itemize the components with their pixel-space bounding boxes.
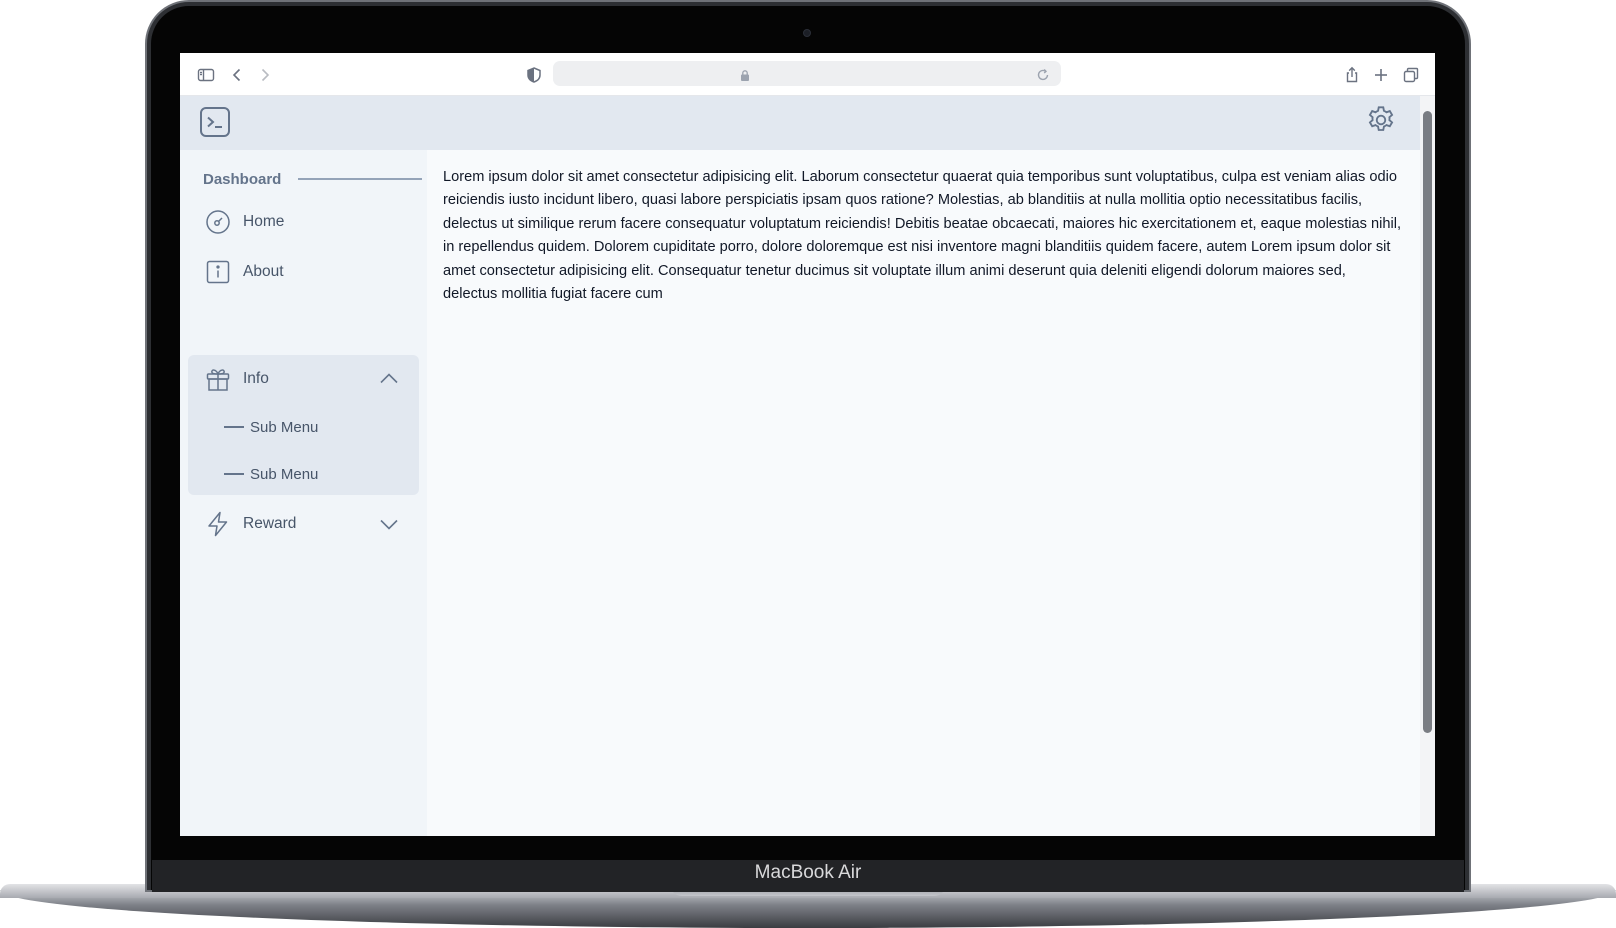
section-divider [298,178,422,180]
sidebar-section-header: Dashboard [203,169,423,189]
sidebar-item-label: Reward [243,515,297,532]
sidebar-item-label: About [243,263,284,280]
scrollbar-thumb[interactable] [1423,111,1432,733]
camera-icon [803,29,811,37]
browser-window: Dashboard Home About Info Sub Menu Sub M… [180,53,1435,836]
info-icon [205,259,231,285]
lightning-icon [205,511,231,537]
submenu-dash [224,473,244,475]
forward-icon[interactable] [255,65,275,85]
plus-icon[interactable] [1371,65,1391,85]
share-icon[interactable] [1342,65,1362,85]
tabs-icon[interactable] [1401,65,1421,85]
main-content-text: Lorem ipsum dolor sit amet consectetur a… [443,169,1401,303]
submenu-item[interactable]: Sub Menu [224,412,318,442]
sidebar-section-title: Dashboard [203,171,282,188]
gauge-icon [205,209,231,235]
sidebar-toggle-icon[interactable] [196,65,216,85]
sidebar-item-about[interactable]: About [188,251,419,293]
sidebar-item-home[interactable]: Home [188,201,419,243]
gift-icon [205,366,231,392]
shield-icon[interactable] [524,65,544,85]
chevron-down-icon[interactable] [379,514,399,534]
chevron-up-icon[interactable] [379,369,399,389]
sidebar-item-label: Home [243,213,285,230]
terminal-icon[interactable] [200,107,230,137]
app-header [180,96,1420,150]
submenu-label: Sub Menu [250,465,319,483]
sidebar-item-label: Info [243,370,269,387]
submenu-label: Sub Menu [250,418,319,436]
device-label: MacBook Air [754,862,862,883]
gear-icon[interactable] [1365,104,1397,136]
sidebar-item-info[interactable]: Info [188,358,419,400]
browser-toolbar [180,53,1435,96]
submenu-item[interactable]: Sub Menu [224,459,318,489]
sidebar-item-reward[interactable]: Reward [188,503,419,545]
sidebar: Dashboard Home About Info Sub Menu Sub M… [180,150,427,836]
submenu-dash [224,426,244,428]
lock-icon [739,67,751,81]
sidebar-group-info: Info Sub Menu Sub Menu [188,355,419,495]
url-bar[interactable] [553,61,1061,86]
back-icon[interactable] [227,65,247,85]
reload-icon[interactable] [1036,67,1050,81]
